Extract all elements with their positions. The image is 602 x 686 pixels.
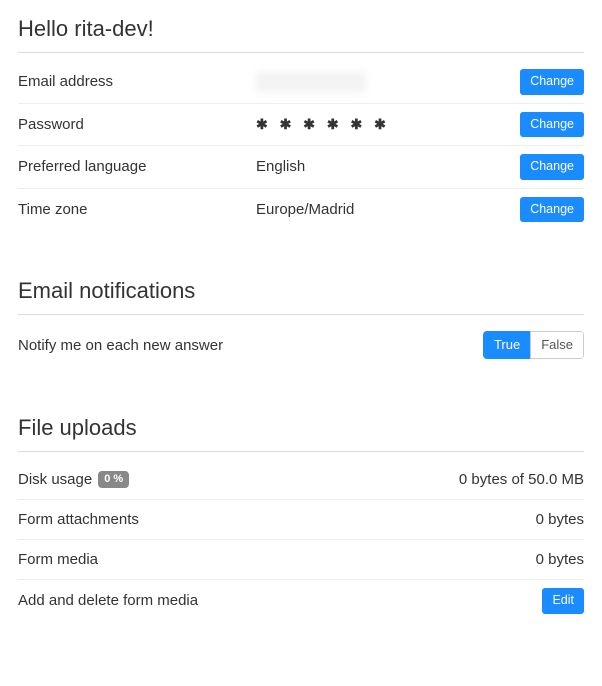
account-section: Hello rita-dev! Email address Change Pas…: [18, 16, 584, 230]
row-attachments: Form attachments 0 bytes: [18, 500, 584, 540]
email-label: Email address: [18, 73, 248, 90]
change-timezone-button[interactable]: Change: [520, 197, 584, 223]
attachments-value: 0 bytes: [256, 511, 584, 528]
change-language-button[interactable]: Change: [520, 154, 584, 180]
notify-new-answer-label: Notify me on each new answer: [18, 337, 475, 354]
notify-new-answer-toggle: True False: [483, 331, 584, 359]
uploads-section: File uploads Disk usage 0 % 0 bytes of 5…: [18, 415, 584, 622]
row-edit-media: Add and delete form media Edit: [18, 580, 584, 622]
media-label: Form media: [18, 551, 248, 568]
timezone-value: Europe/Madrid: [256, 201, 512, 218]
password-value: ✱ ✱ ✱ ✱ ✱ ✱: [256, 116, 512, 133]
media-value: 0 bytes: [256, 551, 584, 568]
row-timezone: Time zone Europe/Madrid Change: [18, 189, 584, 231]
row-notify-new-answer: Notify me on each new answer True False: [18, 323, 584, 367]
email-value: [256, 72, 366, 92]
disk-usage-label: Disk usage 0 %: [18, 471, 248, 488]
row-language: Preferred language English Change: [18, 146, 584, 189]
language-label: Preferred language: [18, 158, 248, 175]
disk-usage-value: 0 bytes of 50.0 MB: [256, 471, 584, 488]
timezone-label: Time zone: [18, 201, 248, 218]
change-email-button[interactable]: Change: [520, 69, 584, 95]
toggle-false-button[interactable]: False: [530, 331, 584, 359]
row-password: Password ✱ ✱ ✱ ✱ ✱ ✱ Change: [18, 104, 584, 147]
notifications-heading: Email notifications: [18, 278, 584, 315]
toggle-true-button[interactable]: True: [483, 331, 530, 359]
row-email: Email address Change: [18, 61, 584, 104]
disk-usage-badge: 0 %: [98, 471, 129, 488]
page-greeting: Hello rita-dev!: [18, 16, 584, 53]
edit-media-button[interactable]: Edit: [542, 588, 584, 614]
change-password-button[interactable]: Change: [520, 112, 584, 138]
row-media: Form media 0 bytes: [18, 540, 584, 580]
notifications-section: Email notifications Notify me on each ne…: [18, 278, 584, 367]
password-label: Password: [18, 116, 248, 133]
attachments-label: Form attachments: [18, 511, 248, 528]
row-disk-usage: Disk usage 0 % 0 bytes of 50.0 MB: [18, 460, 584, 500]
edit-media-label: Add and delete form media: [18, 592, 534, 609]
uploads-heading: File uploads: [18, 415, 584, 452]
language-value: English: [256, 158, 512, 175]
